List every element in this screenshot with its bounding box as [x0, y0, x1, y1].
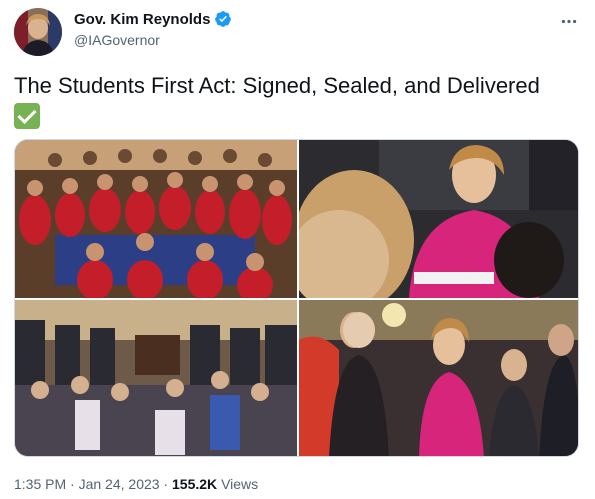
name-row[interactable]: Gov. Kim Reynolds — [74, 10, 232, 28]
signing-photo[interactable] — [299, 140, 578, 298]
views-count: 155.2K — [172, 476, 218, 492]
media-grid — [14, 139, 579, 457]
capitol-rotunda-photo[interactable] — [15, 300, 297, 456]
avatar[interactable] — [14, 8, 62, 56]
celebration-photo[interactable] — [299, 300, 578, 456]
meta-separator: · — [163, 476, 169, 492]
tweet-body: The Students First Act: Signed, Sealed, … — [14, 73, 540, 98]
handle[interactable]: @IAGovernor — [74, 32, 160, 48]
check-mark-button-icon — [14, 103, 40, 130]
more-options-icon[interactable] — [561, 8, 577, 29]
tweet-text: The Students First Act: Signed, Sealed, … — [14, 72, 584, 130]
display-name[interactable]: Gov. Kim Reynolds — [74, 11, 210, 28]
students-group-photo[interactable] — [15, 140, 297, 298]
tweet-meta: 1:35 PM · Jan 24, 2023 · 155.2K Views — [14, 476, 258, 492]
views-label: Views — [221, 476, 259, 492]
verified-badge-icon — [214, 10, 232, 28]
tweet-time[interactable]: 1:35 PM — [14, 476, 66, 492]
meta-separator: · — [70, 476, 75, 492]
tweet-date[interactable]: Jan 24, 2023 — [79, 476, 160, 492]
